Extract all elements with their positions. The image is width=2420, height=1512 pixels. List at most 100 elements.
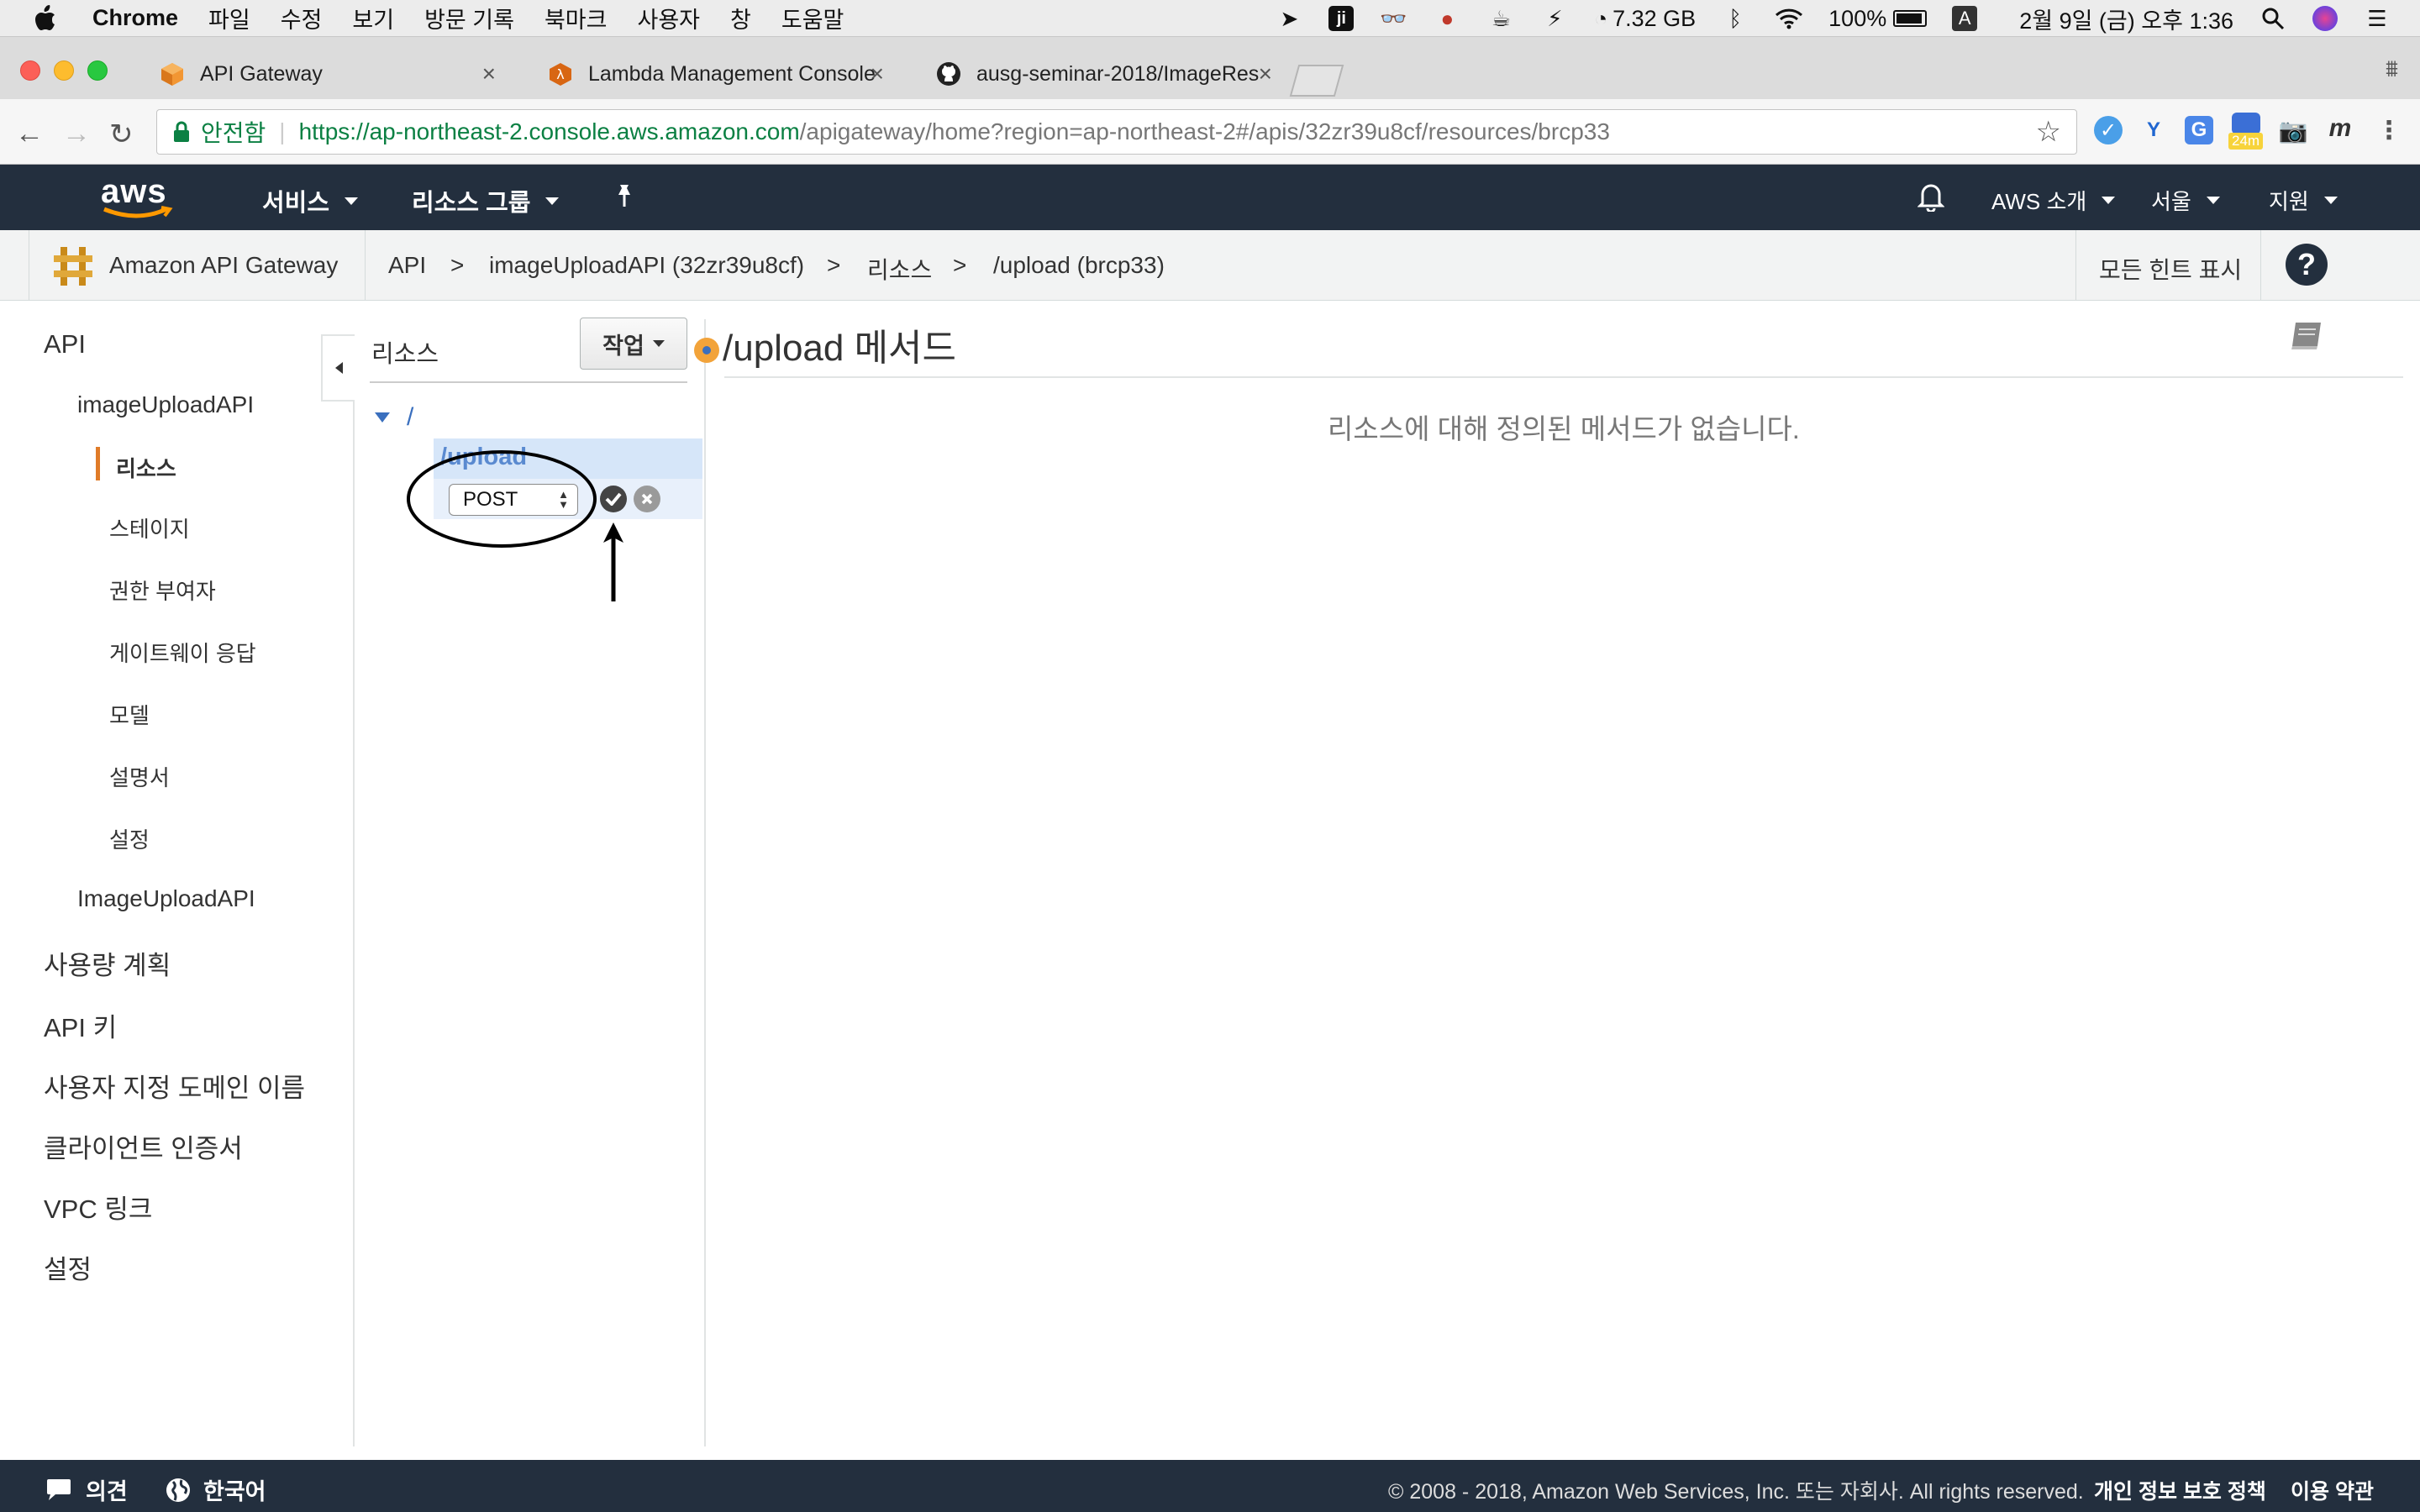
privacy-policy-link[interactable]: 개인 정보 보호 정책 bbox=[2094, 1475, 2266, 1505]
extension-translate-icon[interactable]: G bbox=[2185, 116, 2213, 144]
tab-close-icon[interactable]: × bbox=[482, 60, 496, 87]
extension-y-icon[interactable]: Y bbox=[2139, 116, 2168, 144]
collapse-nav-button[interactable] bbox=[321, 334, 355, 402]
active-indicator bbox=[96, 447, 100, 480]
region-menu[interactable]: 서울 bbox=[2151, 185, 2220, 216]
nav-documentation[interactable]: 설명서 bbox=[109, 761, 170, 792]
back-arrow-icon[interactable]: ← bbox=[15, 118, 44, 150]
coffee-cup-icon[interactable]: ☕ bbox=[1486, 4, 1515, 33]
breadcrumb-resources[interactable]: 리소스 bbox=[867, 252, 932, 286]
extension-m-icon[interactable]: m bbox=[2326, 114, 2354, 143]
nav-api-imageuploadapi[interactable]: imageUploadAPI bbox=[77, 391, 254, 418]
nav-stages[interactable]: 스테이지 bbox=[109, 512, 190, 543]
window-zoom-button[interactable] bbox=[87, 60, 108, 81]
nav-usage-plans[interactable]: 사용량 계획 bbox=[44, 944, 171, 982]
panel-resize-handle-icon[interactable] bbox=[694, 338, 719, 363]
nav-global-settings[interactable]: 설정 bbox=[44, 1248, 92, 1286]
location-arrow-icon[interactable]: ➤ bbox=[1275, 4, 1303, 33]
nav-settings[interactable]: 설정 bbox=[109, 823, 150, 854]
aws-about-menu[interactable]: AWS 소개 bbox=[1991, 185, 2116, 216]
menu-view[interactable]: 보기 bbox=[352, 2, 394, 34]
resource-tree-root[interactable]: / bbox=[375, 403, 413, 432]
breadcrumb-api[interactable]: API bbox=[388, 252, 426, 279]
expand-triangle-icon[interactable] bbox=[375, 412, 390, 423]
spotlight-search-icon[interactable] bbox=[2259, 4, 2287, 33]
extension-feather-icon[interactable]: ✓ bbox=[2094, 116, 2123, 144]
menu-history[interactable]: 방문 기록 bbox=[424, 2, 514, 34]
clock-datetime[interactable]: 2월 9일 (금) 오후 1:36 bbox=[2019, 3, 2233, 35]
nav-api-keys[interactable]: API 키 bbox=[44, 1006, 117, 1044]
nav-resources[interactable]: 리소스 bbox=[116, 452, 176, 483]
profile-menu-icon[interactable]: ⩩ bbox=[2386, 55, 2398, 83]
chevron-down-icon bbox=[2323, 197, 2338, 204]
reload-icon[interactable]: ↻ bbox=[109, 118, 134, 151]
notification-chat-icon[interactable]: ● bbox=[1433, 4, 1461, 33]
memory-indicator[interactable]: ◔ 7.32 GB bbox=[1594, 6, 1696, 32]
menu-file[interactable]: 파일 bbox=[208, 2, 250, 34]
annotation-arrow-icon bbox=[603, 522, 623, 601]
browser-tab-strip: API Gateway × λ Lambda Management Consol… bbox=[0, 37, 2420, 99]
panel-divider[interactable] bbox=[704, 319, 706, 1446]
resource-groups-menu[interactable]: 리소스 그룹 bbox=[412, 183, 560, 218]
wifi-icon[interactable] bbox=[1775, 4, 1803, 33]
glasses-icon[interactable]: 👓 bbox=[1379, 4, 1407, 33]
chevron-down-icon bbox=[652, 340, 665, 347]
nav-vpc-links[interactable]: VPC 링크 bbox=[44, 1188, 152, 1226]
documentation-book-icon[interactable] bbox=[2289, 319, 2326, 353]
battery-indicator[interactable]: 100% bbox=[1828, 6, 1928, 32]
menu-window[interactable]: 창 bbox=[730, 2, 751, 34]
terms-of-use-link[interactable]: 이용 약관 bbox=[2291, 1475, 2374, 1505]
menu-bookmarks[interactable]: 북마크 bbox=[544, 2, 608, 34]
nav-client-certificates[interactable]: 클라이언트 인증서 bbox=[44, 1127, 243, 1165]
window-close-button[interactable] bbox=[20, 60, 40, 81]
new-tab-button[interactable] bbox=[1287, 62, 1346, 99]
bookmark-star-icon[interactable]: ☆ bbox=[2036, 115, 2061, 149]
menu-app-name[interactable]: Chrome bbox=[92, 5, 178, 31]
lock-icon bbox=[174, 121, 189, 142]
siri-icon[interactable] bbox=[2312, 6, 2338, 31]
notification-center-icon[interactable]: ☰ bbox=[2363, 4, 2391, 33]
input-source-icon[interactable]: A bbox=[1952, 6, 1978, 31]
nav-gateway-responses[interactable]: 게이트웨이 응답 bbox=[109, 637, 256, 668]
tab-api-gateway[interactable]: API Gateway × bbox=[126, 49, 514, 99]
extension-camera-icon[interactable]: 📷 bbox=[2279, 116, 2308, 144]
forward-arrow-icon[interactable]: → bbox=[62, 118, 91, 150]
ji-app-icon[interactable]: ji bbox=[1328, 6, 1355, 31]
nav-api[interactable]: API bbox=[44, 329, 86, 360]
nav-models[interactable]: 모델 bbox=[109, 699, 150, 730]
annotation-ellipse bbox=[407, 450, 597, 548]
help-icon[interactable]: ? bbox=[2286, 244, 2328, 286]
bluetooth-icon[interactable]: ᛒ bbox=[1721, 4, 1749, 33]
lightning-icon[interactable]: ⚡ bbox=[1540, 4, 1569, 33]
menu-edit[interactable]: 수정 bbox=[281, 2, 323, 34]
services-menu[interactable]: 서비스 bbox=[262, 183, 359, 218]
support-menu[interactable]: 지원 bbox=[2269, 185, 2338, 216]
language-selector[interactable]: 한국어 bbox=[165, 1473, 266, 1506]
menu-people[interactable]: 사용자 bbox=[637, 2, 700, 34]
window-minimize-button[interactable] bbox=[54, 60, 74, 81]
nav-api-imageuploadapi-2[interactable]: ImageUploadAPI bbox=[77, 885, 255, 912]
nav-authorizers[interactable]: 권한 부여자 bbox=[109, 575, 216, 606]
tab-github-repo[interactable]: ausg-seminar-2018/ImageResi × bbox=[902, 49, 1291, 99]
chevron-down-icon bbox=[2102, 197, 2116, 204]
breadcrumb-api-name[interactable]: imageUploadAPI (32zr39u8cf) bbox=[489, 252, 804, 279]
address-bar[interactable]: 안전함 | https://ap-northeast-2.console.aws… bbox=[156, 109, 2077, 155]
show-all-hints-link[interactable]: 모든 힌트 표시 bbox=[2099, 252, 2242, 286]
pin-button[interactable] bbox=[613, 183, 635, 208]
notifications-button[interactable] bbox=[1918, 181, 1944, 212]
tab-title: API Gateway bbox=[200, 61, 323, 86]
feedback-link[interactable]: 의견 bbox=[44, 1473, 128, 1506]
nav-custom-domain-names[interactable]: 사용자 지정 도메인 이름 bbox=[44, 1067, 305, 1105]
tab-lambda-console[interactable]: λ Lambda Management Console × bbox=[514, 49, 902, 99]
extension-timer-icon[interactable] bbox=[2232, 113, 2260, 134]
tab-close-icon[interactable]: × bbox=[1259, 60, 1272, 87]
menu-help[interactable]: 도움말 bbox=[781, 2, 844, 34]
aws-logo[interactable]: aws bbox=[101, 173, 173, 219]
actions-dropdown-button[interactable]: 작업 bbox=[580, 318, 687, 370]
cancel-method-button[interactable] bbox=[634, 486, 660, 512]
chrome-menu-icon[interactable]: ⋮ bbox=[2375, 116, 2403, 144]
apple-icon[interactable] bbox=[32, 2, 60, 35]
tab-close-icon[interactable]: × bbox=[871, 60, 884, 87]
service-name[interactable]: Amazon API Gateway bbox=[109, 252, 338, 279]
confirm-method-button[interactable] bbox=[600, 486, 627, 512]
